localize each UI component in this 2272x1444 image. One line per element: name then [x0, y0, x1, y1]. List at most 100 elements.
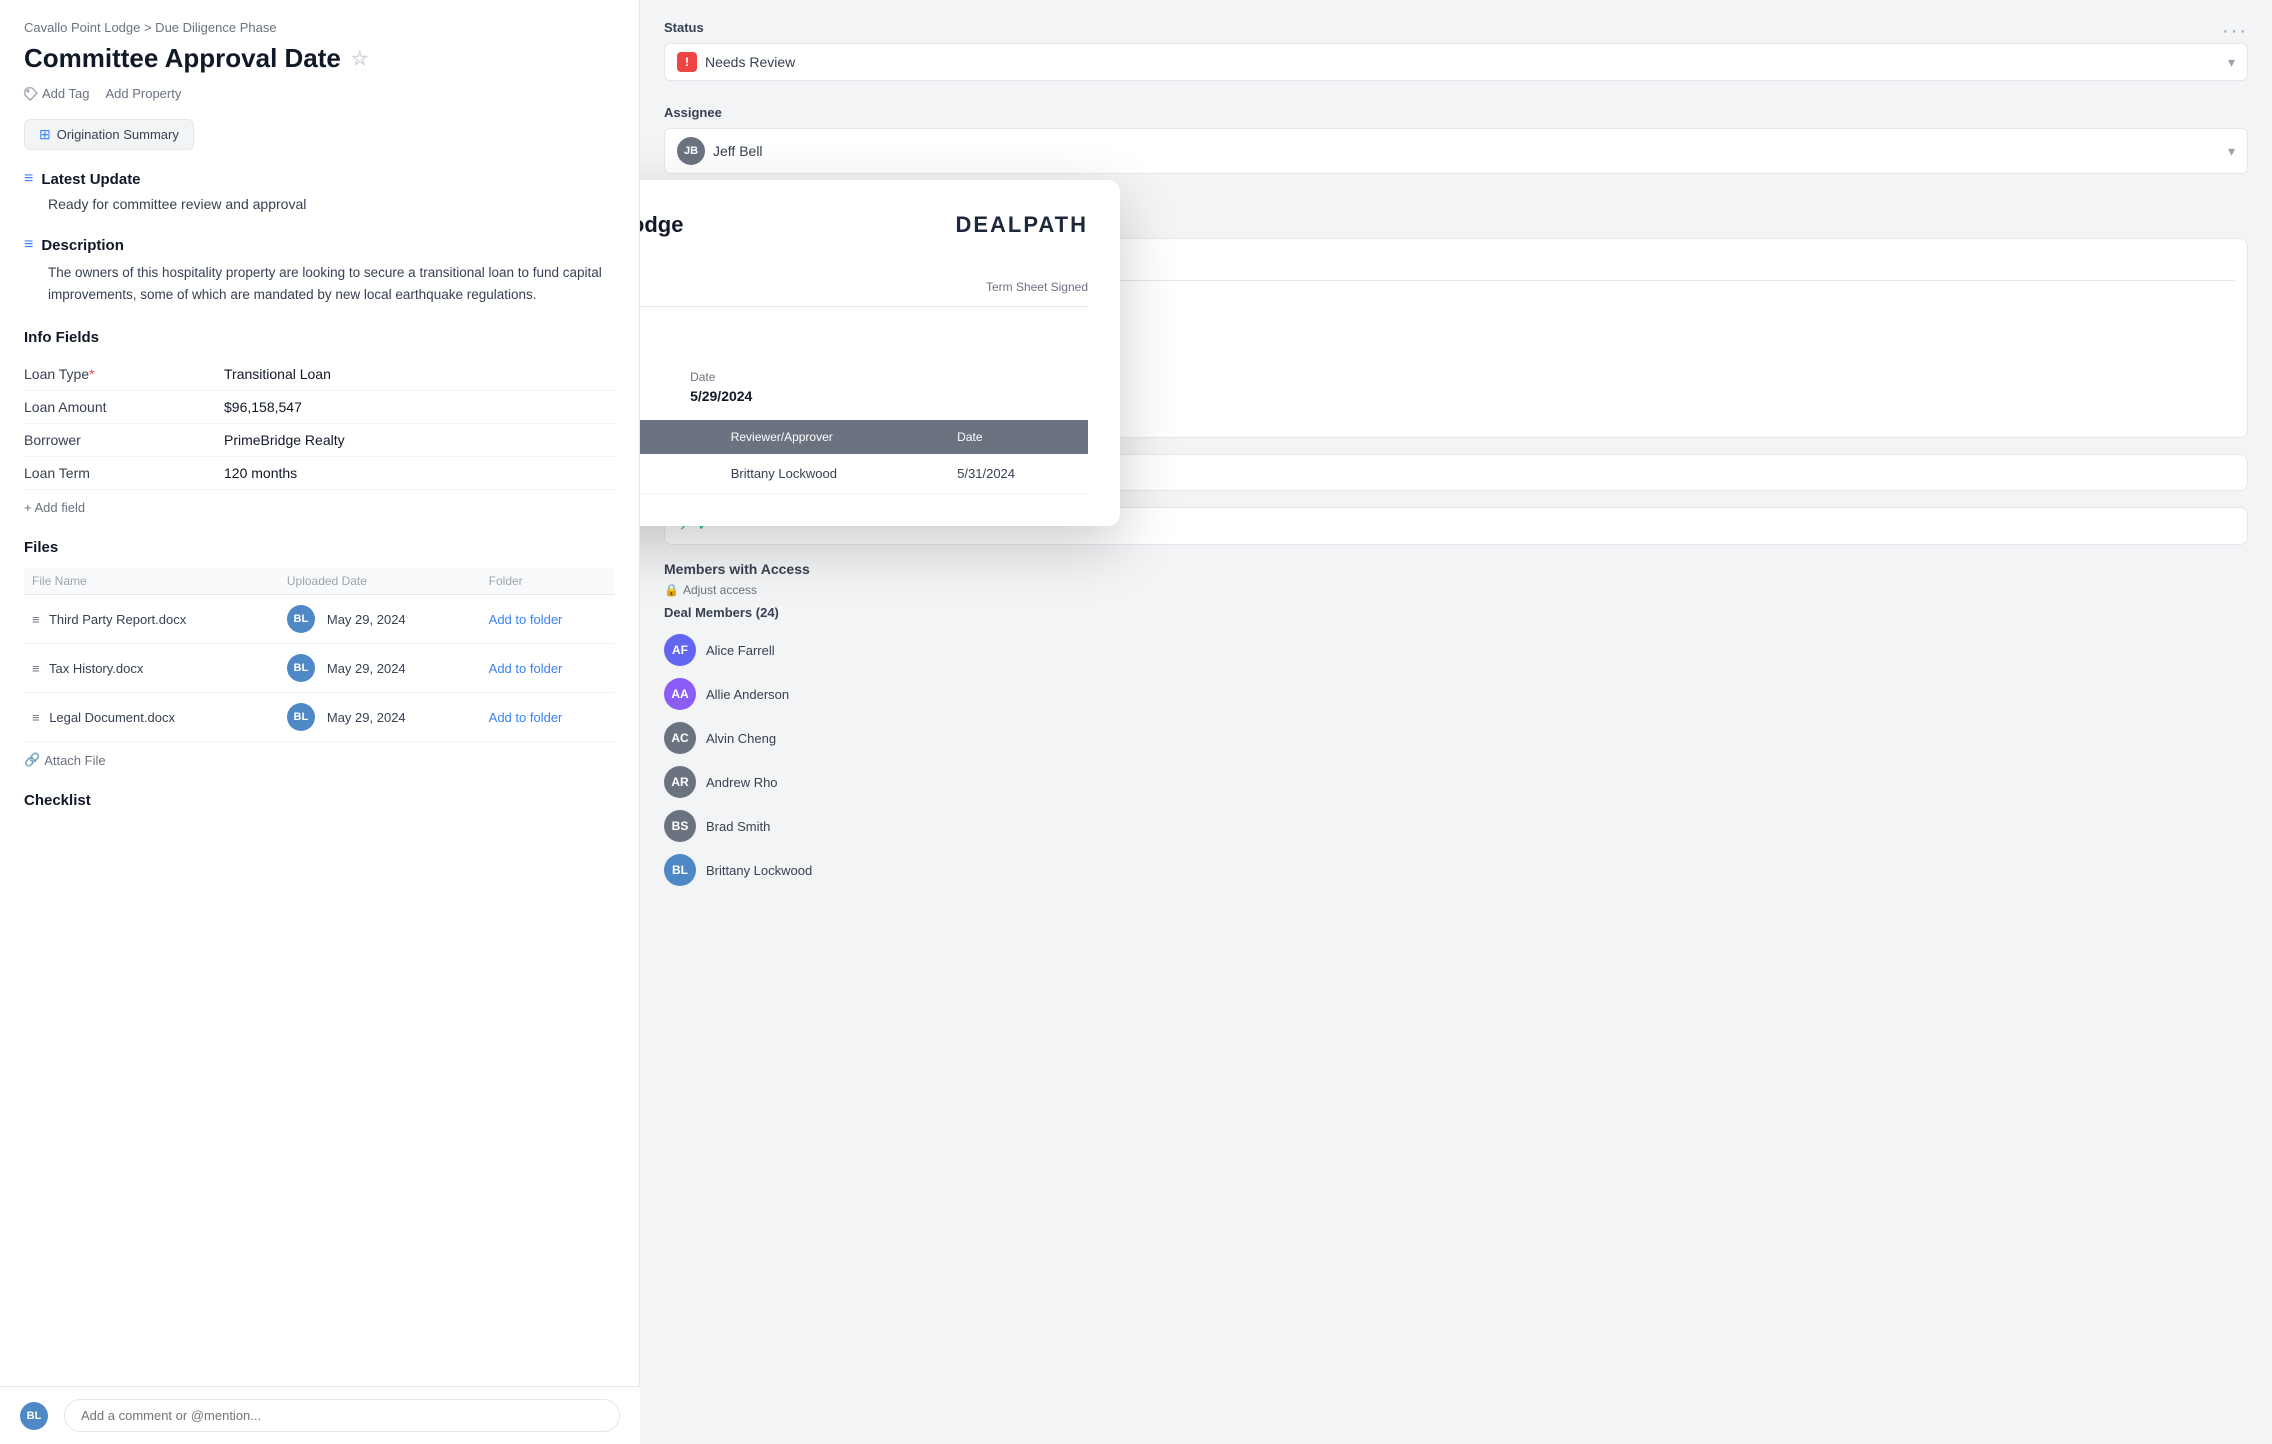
page-title: Committee Approval Date ☆	[24, 43, 615, 74]
field-label: Loan Type*	[24, 358, 224, 391]
add-to-folder-link[interactable]: Add to folder	[489, 661, 563, 676]
attach-file-button[interactable]: 🔗 Attach File	[24, 752, 615, 768]
member-avatar: BL	[664, 854, 696, 886]
star-icon[interactable]: ☆	[351, 46, 369, 71]
file-folder[interactable]: Add to folder	[481, 595, 615, 644]
assignee-avatar: JB	[677, 137, 705, 165]
date-label: Date	[690, 370, 752, 384]
description-icon: ≡	[24, 236, 33, 254]
latest-update-text: Ready for committee review and approval	[48, 196, 615, 212]
field-value: PrimeBridge Realty	[224, 424, 615, 457]
add-to-folder-link[interactable]: Add to folder	[489, 612, 563, 627]
file-date: BL May 29, 2024	[279, 693, 481, 742]
chevron-down-icon: ▾	[2228, 54, 2235, 71]
member-avatar: BS	[664, 810, 696, 842]
member-avatar: AC	[664, 722, 696, 754]
field-label: Loan Term	[24, 457, 224, 490]
member-name: Andrew Rho	[706, 775, 778, 790]
file-date: BL May 29, 2024	[279, 595, 481, 644]
member-name: Allie Anderson	[706, 687, 789, 702]
members-section: Members with Access 🔒 Adjust access Deal…	[664, 561, 2248, 892]
info-field-row: Borrower PrimeBridge Realty	[24, 424, 615, 457]
member-row-brad: BS Brad Smith	[664, 804, 2248, 848]
paperclip-icon: 🔗	[24, 752, 40, 768]
member-avatar: AF	[664, 634, 696, 666]
col-step: Approval Step Name	[640, 420, 717, 454]
add-field-button[interactable]: + Add field	[24, 500, 615, 515]
member-name: Brad Smith	[706, 819, 770, 834]
member-row-andrew: AR Andrew Rho	[664, 760, 2248, 804]
comment-bar: BL	[0, 1386, 640, 1444]
comment-input[interactable]	[64, 1399, 620, 1432]
file-icon: ≡	[32, 710, 40, 725]
add-tag-button[interactable]: Add Tag	[24, 86, 89, 101]
file-row: ≡ Third Party Report.docx BL May 29, 202…	[24, 595, 615, 644]
info-fields-title: Info Fields	[24, 329, 615, 346]
status-label: Status	[664, 20, 2248, 35]
origination-summary-button[interactable]: ⊞ Origination Summary	[24, 119, 194, 150]
col-date: Date	[943, 420, 1088, 454]
file-name: ≡ Third Party Report.docx	[24, 595, 279, 644]
field-value: $96,158,547	[224, 391, 615, 424]
dealpath-logo: DEALPATH	[955, 212, 1088, 238]
modal-header: Cavallo Point Lodge Origination Summary …	[640, 212, 1088, 256]
status-section: Status ! Needs Review ▾	[664, 20, 2248, 81]
modal-meta: Loan Term Sheet Signed	[640, 280, 1088, 307]
files-table: File Name Uploaded Date Folder ≡ Third P…	[24, 568, 615, 742]
files-section: Files File Name Uploaded Date Folder ≡ T…	[24, 539, 615, 768]
status-badge: !	[677, 52, 697, 72]
description-text: The owners of this hospitality property …	[48, 262, 615, 305]
modal-company-info: Cavallo Point Lodge Origination Summary	[640, 212, 683, 256]
step-name: Committee Approval	[640, 454, 717, 494]
chevron-down-icon: ▾	[2228, 143, 2235, 160]
uploader-avatar: BL	[287, 605, 315, 633]
assignee-dropdown[interactable]: JB Jeff Bell ▾	[664, 128, 2248, 174]
left-panel: Cavallo Point Lodge > Due Diligence Phas…	[0, 0, 640, 1444]
more-menu-button[interactable]: ···	[2222, 20, 2248, 43]
col-folder: Folder	[481, 568, 615, 595]
tag-row: Add Tag Add Property	[24, 86, 615, 101]
file-row: ≡ Tax History.docx BL May 29, 2024 Add t…	[24, 644, 615, 693]
status-dropdown[interactable]: ! Needs Review ▾	[664, 43, 2248, 81]
field-value: 120 months	[224, 457, 615, 490]
files-title: Files	[24, 539, 615, 556]
file-icon: ≡	[32, 661, 40, 676]
add-to-folder-link[interactable]: Add to folder	[489, 710, 563, 725]
latest-update-section: ≡ Latest Update Ready for committee revi…	[24, 170, 615, 212]
modal-meta-right: Term Sheet Signed	[986, 280, 1088, 294]
lock-icon: 🔒	[664, 583, 679, 597]
file-folder[interactable]: Add to folder	[481, 693, 615, 742]
member-name: Brittany Lockwood	[706, 863, 812, 878]
adjust-access-button[interactable]: 🔒 Adjust access	[664, 583, 2248, 597]
table-icon: ⊞	[39, 126, 51, 143]
description-header: ≡ Description	[24, 236, 615, 254]
member-name: Alice Farrell	[706, 643, 775, 658]
checklist-title: Checklist	[24, 792, 615, 809]
file-name: ≡ Tax History.docx	[24, 644, 279, 693]
member-avatar: AR	[664, 766, 696, 798]
info-fields-table: Loan Type* Transitional Loan Loan Amount…	[24, 358, 615, 490]
uploader-avatar: BL	[287, 703, 315, 731]
approval-date-value: 5/31/2024	[943, 454, 1088, 494]
file-date: BL May 29, 2024	[279, 644, 481, 693]
approval-log-title: Approval Log	[640, 331, 1088, 354]
member-row-alice: AF Alice Farrell	[664, 628, 2248, 672]
comment-avatar: BL	[20, 1402, 48, 1430]
file-row: ≡ Legal Document.docx BL May 29, 2024 Ad…	[24, 693, 615, 742]
member-row-alvin: AC Alvin Cheng	[664, 716, 2248, 760]
member-avatar: AA	[664, 678, 696, 710]
file-icon: ≡	[32, 612, 40, 627]
reviewer-name: Brittany Lockwood	[717, 454, 943, 494]
approval-log-meta: Requester (Name & Role) Brittany Lockwoo…	[640, 370, 1088, 404]
file-name: ≡ Legal Document.docx	[24, 693, 279, 742]
field-value: Transitional Loan	[224, 358, 615, 391]
uploader-avatar: BL	[287, 654, 315, 682]
add-property-button[interactable]: Add Property	[105, 86, 181, 101]
file-folder[interactable]: Add to folder	[481, 644, 615, 693]
info-field-row: Loan Type* Transitional Loan	[24, 358, 615, 391]
modal-subtitle: Origination Summary	[640, 240, 683, 256]
approval-table-row: Committee Approval Brittany Lockwood 5/3…	[640, 454, 1088, 494]
tag-icon	[24, 87, 38, 101]
col-uploaded: Uploaded Date	[279, 568, 481, 595]
status-value: Needs Review	[705, 54, 795, 70]
